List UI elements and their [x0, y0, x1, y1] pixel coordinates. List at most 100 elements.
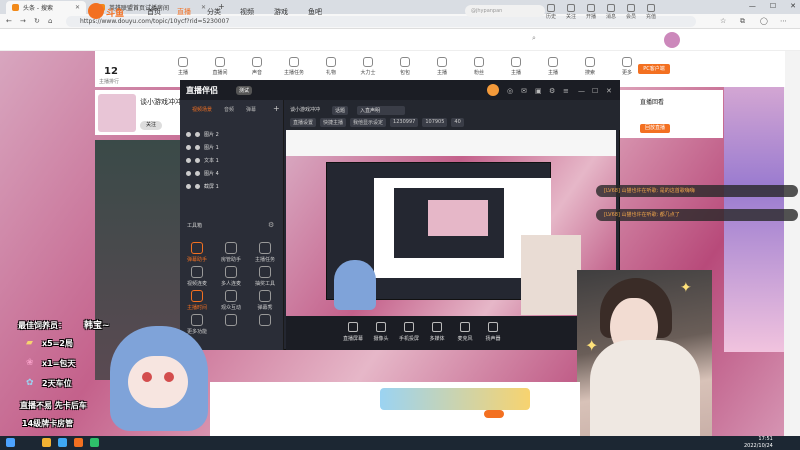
scene-layer[interactable]: 图片 2 — [186, 129, 219, 139]
scene-layer[interactable]: 图片 1 — [186, 142, 219, 152]
tool-button[interactable]: 弹幕助手 — [184, 242, 210, 263]
gear-icon[interactable]: ⚙ — [549, 87, 555, 95]
tab-video-scene[interactable]: 视频场景 — [192, 106, 212, 113]
room-tool-button[interactable]: 主播任务 — [281, 57, 307, 76]
app-minimize-icon[interactable]: — — [578, 87, 585, 95]
refresh-icon[interactable]: ↻ — [34, 17, 40, 25]
tool-button[interactable] — [218, 314, 244, 328]
app-close-icon[interactable]: ✕ — [606, 87, 612, 95]
start-live-button[interactable]: 开播 — [582, 4, 600, 20]
room-tool-button[interactable]: 搜索 — [577, 57, 603, 76]
tool-button[interactable] — [252, 314, 278, 328]
lock-icon[interactable] — [195, 183, 200, 189]
lock-icon[interactable] — [195, 144, 200, 150]
scene-layer[interactable]: 文本 1 — [186, 155, 219, 165]
history-button[interactable]: 历史 — [542, 4, 560, 20]
app-menu-icon[interactable]: ≡ — [563, 87, 569, 95]
source-button[interactable]: 麦克风 — [450, 322, 480, 342]
tool-button[interactable]: 主播时间 — [184, 290, 210, 311]
room-tool-button[interactable]: 大力士 — [355, 57, 381, 76]
source-button[interactable]: 摄像头 — [366, 322, 396, 342]
topic-tag[interactable]: 话题 — [332, 106, 349, 115]
tool-button[interactable]: 更多功能 — [184, 314, 210, 335]
messages-button[interactable]: 消息 — [602, 4, 620, 20]
stream-preview[interactable] — [286, 130, 616, 316]
favorites-icon[interactable]: ☆ — [720, 17, 726, 25]
lock-icon[interactable] — [195, 157, 200, 163]
send-gift-button[interactable] — [484, 410, 504, 418]
scene-layer[interactable]: 图片 4 — [186, 168, 219, 178]
tool-button[interactable]: 弹幕秀 — [252, 290, 278, 311]
pc-client-button[interactable]: PC客户端 — [638, 64, 670, 74]
profile-icon[interactable]: ◯ — [760, 17, 768, 25]
browser-tab[interactable]: 头条 - 搜索 ✕ — [6, 1, 86, 14]
maximize-icon[interactable]: ☐ — [770, 2, 776, 10]
close-icon[interactable]: ✕ — [75, 4, 80, 11]
room-tool-button[interactable]: 主播 — [503, 57, 529, 76]
site-logo[interactable]: 斗鱼 — [88, 3, 136, 19]
back-icon[interactable]: ← — [6, 17, 12, 25]
room-tool-button[interactable]: 包包 — [392, 57, 418, 76]
chip[interactable]: 直播设置 — [290, 118, 317, 127]
anchor-avatar[interactable] — [98, 94, 136, 132]
tool-button[interactable]: 视频连麦 — [184, 266, 210, 287]
search-icon[interactable]: ⌕ — [532, 34, 536, 43]
eye-icon[interactable] — [186, 157, 191, 163]
taskbar-app-icon[interactable] — [90, 438, 99, 447]
source-button[interactable]: 扬声器 — [478, 322, 508, 342]
taskbar-app-icon[interactable] — [74, 438, 83, 447]
start-icon[interactable] — [6, 438, 15, 447]
add-source-icon[interactable]: + — [273, 104, 280, 113]
tool-button[interactable]: 抽奖工具 — [252, 266, 278, 287]
app-maximize-icon[interactable]: ☐ — [592, 87, 598, 95]
source-button[interactable]: 多媒体 — [422, 322, 452, 342]
close-window-icon[interactable]: ✕ — [790, 2, 796, 10]
extensions-icon[interactable]: ⧉ — [740, 17, 745, 26]
forward-icon[interactable]: → — [20, 17, 26, 25]
room-tool-button[interactable]: 粉丝 — [466, 57, 492, 76]
vip-button[interactable]: 会员 — [622, 4, 640, 20]
eye-icon[interactable] — [186, 170, 191, 176]
nav-video[interactable]: 视频 — [240, 7, 254, 17]
nav-game[interactable]: 游戏 — [274, 7, 288, 17]
avatar[interactable] — [664, 32, 680, 48]
follow-button[interactable]: 关注 — [562, 4, 580, 20]
gift-icons-row[interactable] — [380, 388, 530, 410]
minimize-icon[interactable]: — — [749, 2, 756, 10]
lock-icon[interactable] — [195, 170, 200, 176]
room-tool-button[interactable]: 主播 — [429, 57, 455, 76]
tool-button[interactable]: 观众互动 — [218, 290, 244, 311]
home-icon[interactable]: ⌂ — [48, 17, 52, 25]
eye-icon[interactable] — [186, 183, 191, 189]
nav-live[interactable]: 直播 — [177, 7, 191, 17]
room-tool-button[interactable]: 直播间 — [207, 57, 233, 76]
room-tool-button[interactable]: 声音 — [244, 57, 270, 76]
eye-icon[interactable] — [186, 144, 191, 150]
app-user-avatar[interactable] — [487, 84, 499, 96]
tool-button[interactable]: 主播任务 — [252, 242, 278, 263]
search-input[interactable]: @jhypanpan — [465, 5, 545, 17]
follow-button[interactable]: 关注 — [140, 121, 162, 130]
room-tool-button[interactable]: 更多 — [614, 57, 640, 76]
nav-category[interactable]: 分类 — [207, 7, 221, 17]
replay-button[interactable]: 回放直播 — [640, 124, 670, 133]
close-icon[interactable]: ✕ — [201, 4, 206, 11]
room-tool-button[interactable]: 主播 — [170, 57, 196, 76]
scrollbar[interactable] — [784, 51, 800, 436]
taskbar-app-icon[interactable] — [42, 438, 51, 447]
nav-home[interactable]: 首页 — [147, 7, 161, 17]
headset-icon[interactable]: ◎ — [507, 87, 513, 95]
scene-layer[interactable]: 截屏 1 — [186, 181, 219, 191]
tab-audio[interactable]: 音频 — [224, 106, 234, 113]
tool-button[interactable]: 房管助手 — [218, 242, 244, 263]
lock-icon[interactable] — [195, 131, 200, 137]
source-button[interactable]: 直播屏幕 — [338, 322, 368, 342]
room-tool-button[interactable]: 礼物 — [318, 57, 344, 76]
menu-icon[interactable]: ⋯ — [780, 17, 787, 25]
tab-danmu[interactable]: 弹幕 — [246, 106, 256, 113]
mail-icon[interactable]: ✉ — [521, 87, 527, 95]
eye-icon[interactable] — [186, 131, 191, 137]
source-button[interactable]: 手机投屏 — [394, 322, 424, 342]
nav-yuba[interactable]: 鱼吧 — [308, 7, 322, 17]
shirt-icon[interactable]: ▣ — [535, 87, 542, 95]
